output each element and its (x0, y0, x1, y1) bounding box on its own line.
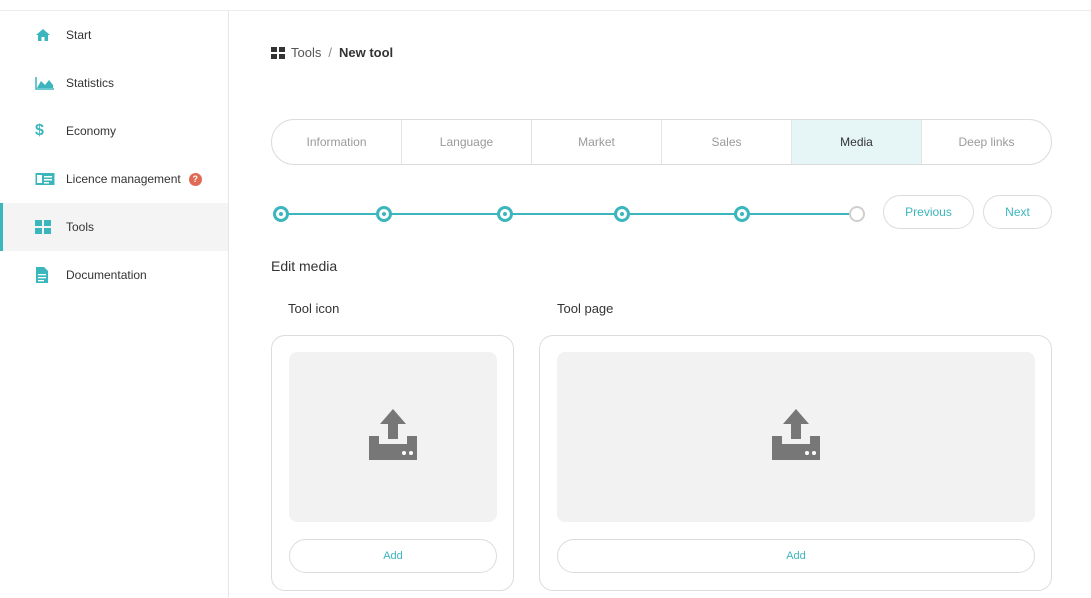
tab-market[interactable]: Market (532, 120, 662, 164)
sidebar-item-statistics[interactable]: Statistics (0, 59, 228, 107)
tool-icon-card: Add (271, 335, 514, 591)
dollar-icon: $ (35, 122, 44, 139)
upload-icon (769, 408, 823, 466)
sidebar-item-label: Economy (66, 124, 117, 138)
sidebar-item-label: Start (66, 28, 92, 42)
sidebar-item-economy[interactable]: $ Economy (0, 107, 228, 155)
progress-stepper (271, 204, 871, 224)
sidebar-item-label: Licence management (66, 172, 181, 186)
area-chart-icon (35, 76, 55, 90)
step-4-complete (614, 206, 630, 222)
sidebar-item-label: Tools (66, 220, 95, 234)
tab-media[interactable]: Media (792, 120, 922, 164)
sidebar: Start Statistics $ Economy Licence manag… (0, 11, 229, 598)
tab-information[interactable]: Information (272, 120, 402, 164)
id-card-icon (35, 172, 55, 186)
sidebar-item-label: Statistics (66, 76, 115, 90)
tool-page-card: Add (539, 335, 1052, 591)
sidebar-item-licence-management[interactable]: Licence management ? (0, 155, 228, 203)
grid-icon (271, 46, 285, 59)
breadcrumb: Tools / New tool (271, 45, 393, 60)
step-6-pending (849, 206, 865, 222)
tab-language[interactable]: Language (402, 120, 532, 164)
sidebar-item-documentation[interactable]: Documentation (0, 251, 228, 299)
tab-sales[interactable]: Sales (662, 120, 792, 164)
tool-icon-add-button[interactable]: Add (289, 539, 497, 573)
document-icon (35, 267, 55, 283)
step-5-complete (734, 206, 750, 222)
tool-page-dropzone[interactable] (557, 352, 1035, 522)
step-3-complete (497, 206, 513, 222)
tool-icon-label: Tool icon (288, 301, 340, 316)
sidebar-item-tools[interactable]: Tools (0, 203, 228, 251)
upload-icon (366, 408, 420, 466)
tool-page-label: Tool page (557, 301, 614, 316)
tool-page-add-button[interactable]: Add (557, 539, 1035, 573)
breadcrumb-separator: / (328, 45, 332, 60)
previous-button[interactable]: Previous (883, 195, 974, 229)
notification-badge: ? (188, 172, 202, 186)
tool-icon-dropzone[interactable] (289, 352, 497, 522)
step-1-complete (273, 206, 289, 222)
wizard-tabs: Information Language Market Sales Media … (271, 119, 1052, 165)
section-title: Edit media (271, 258, 338, 274)
tab-deep-links[interactable]: Deep links (922, 120, 1051, 164)
step-2-complete (376, 206, 392, 222)
sidebar-item-label: Documentation (66, 268, 147, 282)
home-icon (35, 28, 55, 42)
breadcrumb-parent[interactable]: Tools (291, 45, 321, 60)
next-button[interactable]: Next (983, 195, 1052, 229)
breadcrumb-current: New tool (338, 45, 394, 60)
sidebar-item-start[interactable]: Start (0, 11, 228, 59)
grid-icon (35, 220, 55, 234)
stepper-line (283, 213, 853, 215)
